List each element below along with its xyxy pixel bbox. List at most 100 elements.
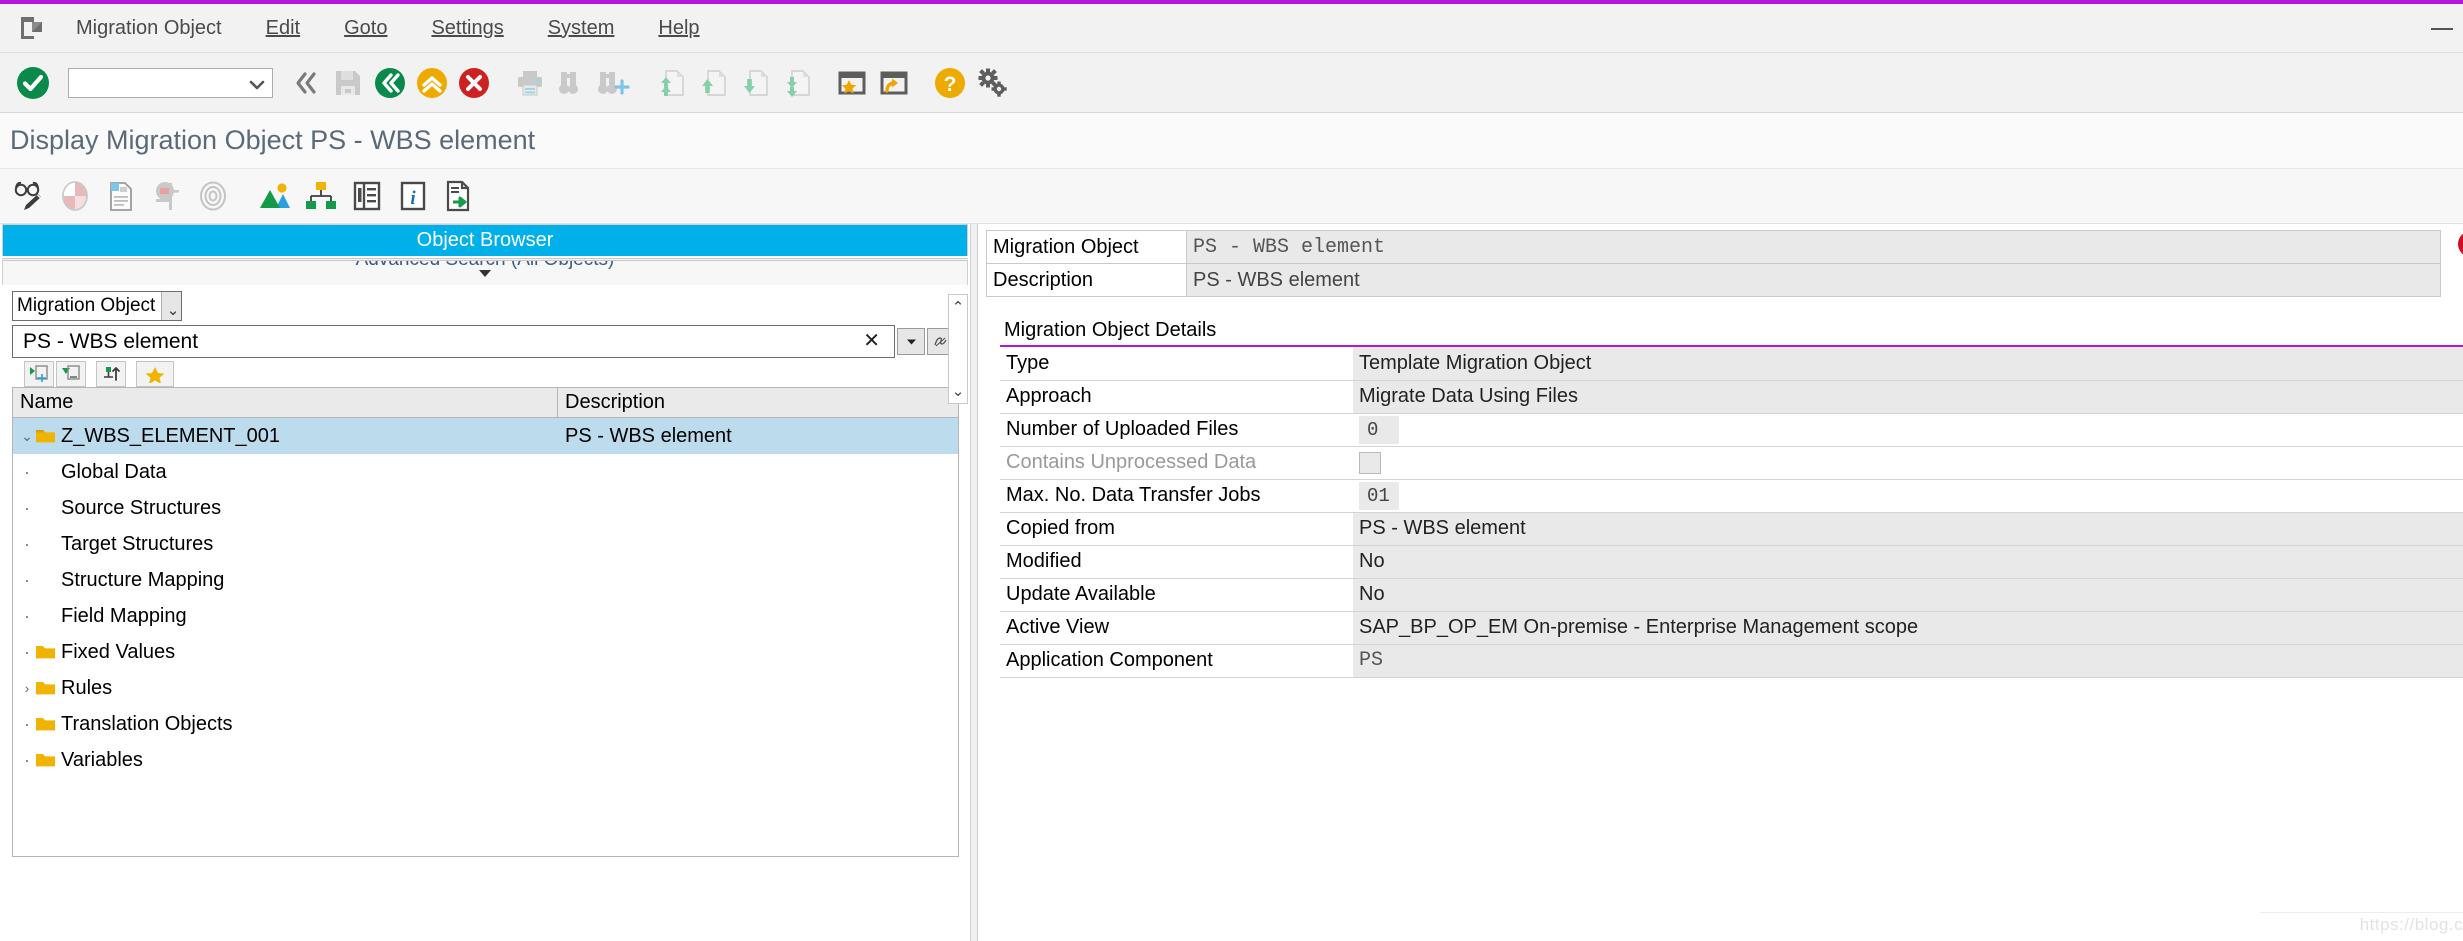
table-row[interactable]: · Target Structures [13,526,958,562]
help-icon[interactable]: ? [929,61,971,105]
save-icon[interactable] [327,61,369,105]
tree-node-name-cell[interactable]: · Variables [13,742,558,778]
info-icon[interactable]: i [392,173,434,219]
detail-label-application-component: Application Component [1000,644,1353,677]
print-icon[interactable] [509,61,551,105]
clear-x-icon[interactable]: ✕ [863,326,884,357]
unprocessed-data-checkbox[interactable] [1359,452,1381,474]
detail-value-uploaded-files-cell: 0 [1353,413,2463,446]
create-session-icon[interactable] [831,61,873,105]
object-browser-header: Object Browser [2,224,968,256]
description-label: Description [987,264,1187,297]
menu-item-edit[interactable]: Edit [244,4,322,53]
back-icon[interactable] [369,61,411,105]
table-row[interactable]: › Rules [13,670,958,706]
first-page-icon[interactable] [649,61,691,105]
object-type-select-value: Migration Object [17,295,155,316]
enter-check-icon[interactable] [12,61,54,105]
chevron-down-icon[interactable]: ⌄ [167,297,180,325]
find-icon[interactable] [551,61,593,105]
tree-node-name-cell[interactable]: · Target Structures [13,526,558,562]
export-icon[interactable] [438,173,480,219]
table-row[interactable]: · Fixed Values [13,634,958,670]
command-expand-icon[interactable] [285,61,327,105]
last-page-icon[interactable] [775,61,817,105]
tree-dot-icon: · [19,755,35,765]
simulate-icon[interactable] [100,173,142,219]
previous-page-icon[interactable] [691,61,733,105]
detail-label-approach: Approach [1000,380,1353,413]
detail-value-active-view-cell[interactable]: SAP_BP_OP_EM On-premise - Enterprise Man… [1353,611,2463,644]
customize-layout-icon[interactable] [971,61,1013,105]
detail-label-copied-from: Copied from [1000,512,1353,545]
scroll-down-icon[interactable]: ⌄ [952,382,965,400]
advanced-search-clipped-row[interactable]: Advanced Search (All Objects) [2,261,968,285]
command-field[interactable] [68,68,273,98]
search-input[interactable]: PS - WBS element ✕ [12,325,895,358]
detail-label-update-available: Update Available [1000,578,1353,611]
create-shortcut-icon[interactable] [873,61,915,105]
next-page-icon[interactable] [733,61,775,105]
sap-exit-logo-icon[interactable] [10,14,54,42]
table-row[interactable]: · Structure Mapping [13,562,958,598]
table-row[interactable]: · Source Structures [13,490,958,526]
scroll-up-icon[interactable]: ⌃ [952,298,965,316]
tree-node-name-cell[interactable]: ⌄ Z_WBS_ELEMENT_001 [13,418,558,454]
object-type-select[interactable]: Migration Object ⌄ [12,291,182,321]
table-row[interactable]: · Global Data [13,454,958,490]
exit-icon[interactable] [411,61,453,105]
tree-node-name-cell[interactable]: · Fixed Values [13,634,558,670]
tree-node-label: Z_WBS_ELEMENT_001 [61,425,280,448]
structure-list-icon[interactable] [346,173,388,219]
main-content: Object Browser Advanced Search (All Obje… [0,224,2463,941]
chevron-down-icon[interactable] [249,78,265,96]
table-row: Update Available No [1000,578,2463,611]
tree-node-name-cell[interactable]: · Structure Mapping [13,562,558,598]
cancel-icon[interactable] [453,61,495,105]
object-type-select-wrap[interactable]: Migration Object ⌄ [12,291,182,321]
display-change-icon[interactable] [8,173,50,219]
migration-object-label: Migration Object [987,231,1187,264]
menu-item-help[interactable]: Help [636,4,721,53]
flag-icon[interactable] [146,173,188,219]
object-browser-search-block: Migration Object ⌄ PS - WBS element ✕ [0,285,970,387]
tree-node-name-cell[interactable]: · Field Mapping [13,598,558,634]
table-row: Contains Unprocessed Data [1000,446,2463,479]
landscape-icon[interactable] [254,173,296,219]
tree-node-name-cell[interactable]: · Global Data [13,454,558,490]
tree-node-name-cell[interactable]: · Translation Objects [13,706,558,742]
find-next-icon[interactable] [593,61,635,105]
minimize-window-button[interactable] [2431,28,2453,30]
tree-node-label: Variables [61,749,143,772]
table-row[interactable]: ⌄ Z_WBS_ELEMENT_001 PS - WBS element [13,418,958,454]
table-row[interactable]: · Translation Objects [13,706,958,742]
menu-label: Goto [344,17,387,39]
object-browser-scrollbar[interactable]: ⌃ ⌄ [948,294,968,404]
chevron-down-icon[interactable]: ⌄ [19,428,35,445]
detail-value-application-component: PS [1353,644,2463,677]
search-dropdown-button[interactable] [897,328,925,355]
table-row[interactable]: · Field Mapping [13,598,958,634]
tree-node-label: Structure Mapping [61,569,224,592]
chevron-down-icon[interactable] [479,270,491,277]
command-input[interactable] [69,69,272,97]
tree-node-name-cell[interactable]: › Rules [13,670,558,706]
object-tree[interactable]: Name Description ⌄ Z_WBS_ELEMENT_001 PS … [12,387,959,857]
collapse-all-icon[interactable] [56,361,86,387]
hierarchy-icon[interactable] [300,173,342,219]
pane-splitter[interactable] [970,224,978,941]
menu-item-settings[interactable]: Settings [409,4,525,53]
status-pie-icon[interactable] [54,173,96,219]
sort-icon[interactable] [96,361,126,387]
menu-label: System [548,17,615,39]
tree-node-name-cell[interactable]: · Source Structures [13,490,558,526]
menu-item-migration-object[interactable]: Migration Object [54,4,244,53]
menu-item-system[interactable]: System [526,4,637,53]
chevron-right-icon[interactable]: › [19,680,35,696]
table-row[interactable]: · Variables [13,742,958,778]
target-icon[interactable] [192,173,234,219]
menu-item-goto[interactable]: Goto [322,4,409,53]
detail-value-unprocessed-data-cell [1353,446,2463,479]
expand-all-icon[interactable] [24,361,54,387]
favorites-star-icon[interactable] [136,361,174,387]
